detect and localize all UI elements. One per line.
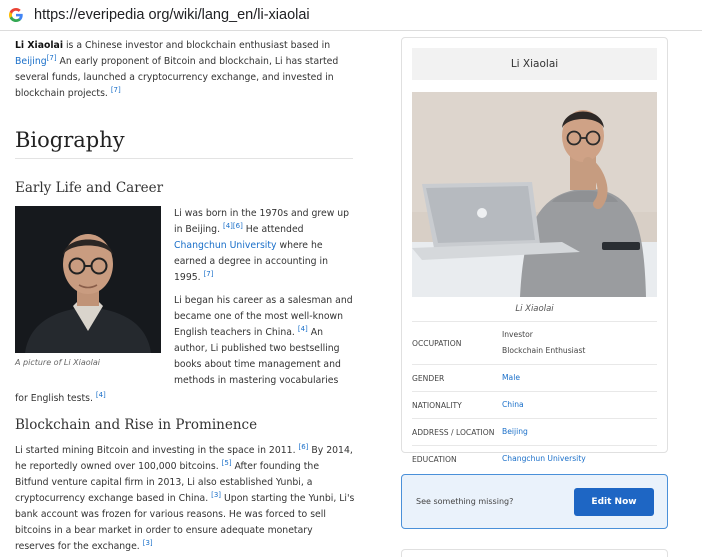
citation[interactable]: [3] (211, 491, 221, 499)
biography-heading: Biography (15, 128, 353, 159)
portrait-caption: A picture of Li Xiaolai (15, 358, 100, 367)
early-life-heading: Early Life and Career (15, 180, 164, 196)
citation[interactable]: [4] (223, 222, 233, 230)
occupation-item: Investor (502, 330, 533, 339)
paragraph-tail: for English tests. [4] (15, 391, 106, 407)
education-link[interactable]: Changchun University (502, 446, 657, 472)
portrait-figure: A picture of Li Xiaolai (15, 206, 161, 367)
beijing-link[interactable]: Beijing (15, 56, 47, 67)
citation[interactable]: [6] (233, 222, 243, 230)
early-life-text: Li was born in the 1970s and grew up in … (174, 206, 354, 389)
edit-now-button[interactable]: Edit Now (574, 487, 654, 516)
blockchain-heading: Blockchain and Rise in Prominence (15, 417, 258, 433)
nationality-row: NATIONALITY China (412, 391, 657, 418)
gender-link[interactable]: Male (502, 365, 657, 391)
portrait-image[interactable] (15, 206, 161, 353)
citation[interactable]: [6] (298, 443, 308, 451)
infobox-title: Li Xiaolai (412, 48, 657, 80)
address-label: ADDRESS / LOCATION (412, 427, 495, 437)
infobox-caption: Li Xiaolai (515, 304, 554, 314)
paragraph-text: Li began his career as a salesman and be… (174, 295, 353, 338)
education-row: EDUCATION Changchun University (412, 445, 657, 472)
citation[interactable]: [7] (47, 54, 57, 62)
intro-text: An early proponent of Bitcoin and blockc… (15, 56, 339, 99)
gender-row: GENDER Male (412, 364, 657, 391)
url-text[interactable]: https://everipedia org/wiki/lang_en/li-x… (34, 7, 310, 23)
blockchain-text: Li started mining Bitcoin and investing … (15, 443, 355, 555)
intro-text: is a Chinese investor and blockchain ent… (63, 40, 331, 51)
article-intro: Li Xiaolai is a Chinese investor and blo… (15, 38, 353, 102)
edit-prompt: See something missing? Edit Now (401, 474, 668, 529)
education-label: EDUCATION (412, 454, 457, 464)
occupation-row: OCCUPATION Investor Blockchain Enthusias… (412, 321, 657, 364)
paragraph-text: He attended (242, 224, 304, 235)
paragraph-text: Li started mining Bitcoin and investing … (15, 445, 299, 456)
occupation-item: Blockchain Enthusiast (502, 346, 586, 355)
google-icon (7, 6, 25, 24)
occupation-value: Investor Blockchain Enthusiast (502, 322, 657, 364)
address-row: ADDRESS / LOCATION Beijing (412, 418, 657, 445)
next-panel (401, 549, 668, 557)
nationality-link[interactable]: China (502, 392, 657, 418)
address-link[interactable]: Beijing (502, 419, 657, 445)
infobox-photo[interactable] (412, 92, 657, 297)
citation[interactable]: [7] (111, 86, 121, 94)
gender-label: GENDER (412, 373, 445, 383)
citation[interactable]: [4] (298, 325, 308, 333)
infobox-rows: OCCUPATION Investor Blockchain Enthusias… (412, 321, 657, 472)
citation[interactable]: [4] (96, 391, 106, 399)
citation[interactable]: [3] (143, 539, 153, 547)
changchun-link[interactable]: Changchun University (174, 240, 277, 251)
nationality-label: NATIONALITY (412, 400, 462, 410)
edit-question: See something missing? (416, 497, 514, 506)
occupation-label: OCCUPATION (412, 338, 462, 348)
address-bar[interactable]: https://everipedia org/wiki/lang_en/li-x… (0, 0, 702, 31)
paragraph-text: for English tests. (15, 393, 96, 404)
subject-name: Li Xiaolai (15, 40, 64, 51)
infobox: Li Xiaolai Li Xiaolai OCCUPATION Investo… (401, 37, 668, 464)
citation[interactable]: [7] (204, 270, 214, 278)
citation[interactable]: [5] (222, 459, 232, 467)
